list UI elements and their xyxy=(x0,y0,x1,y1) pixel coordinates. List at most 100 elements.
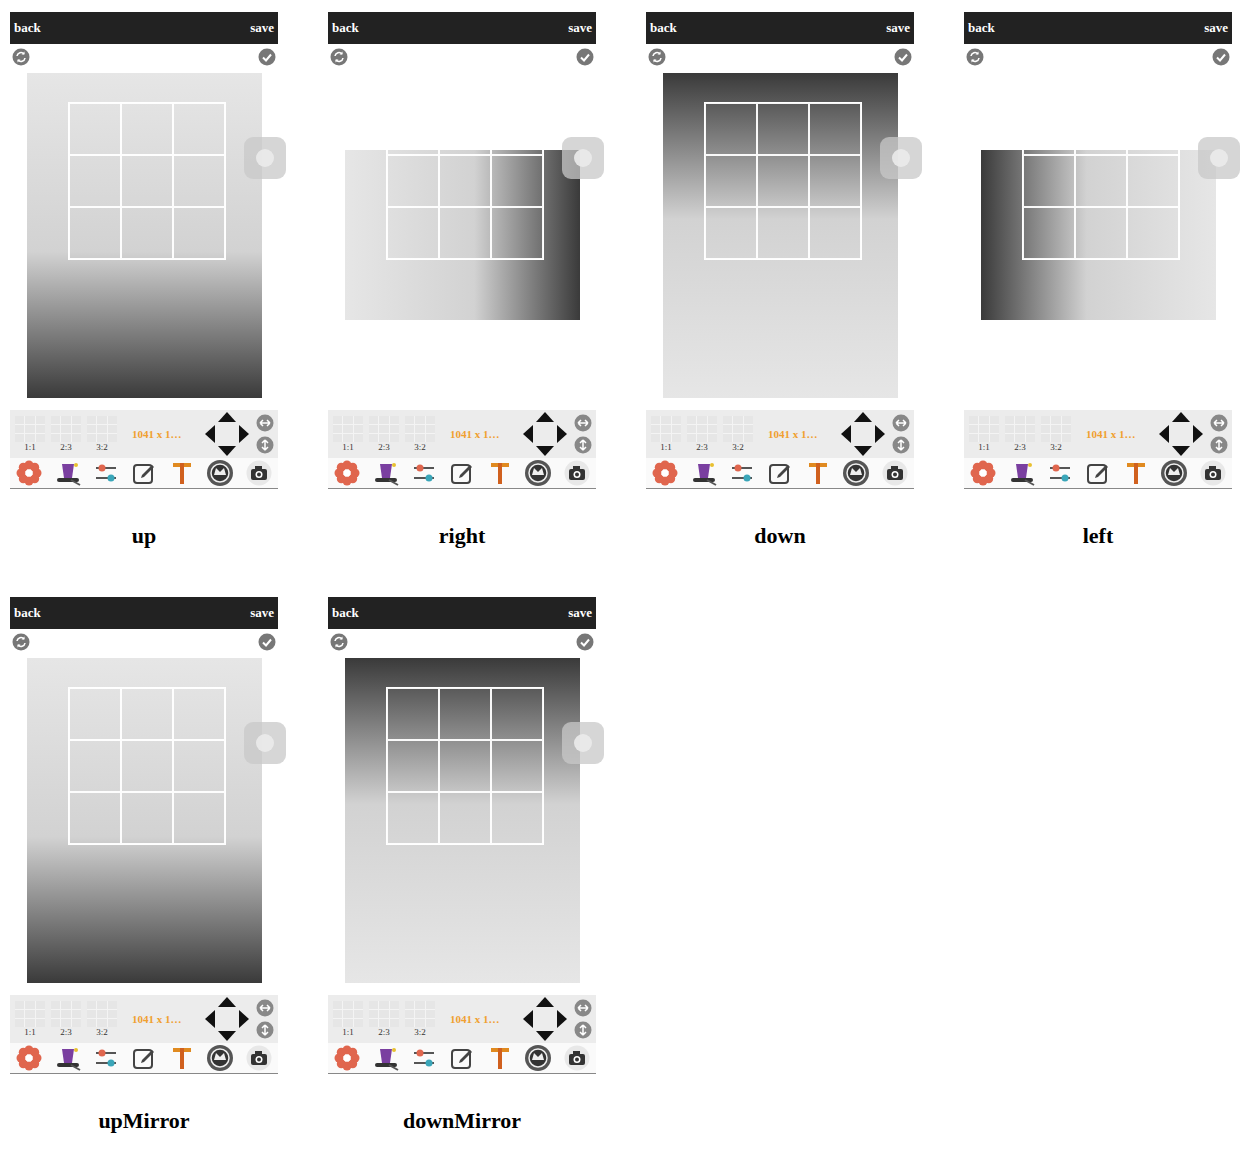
vertical-flip-icon[interactable] xyxy=(256,436,274,454)
magic-hat-icon[interactable] xyxy=(1008,460,1036,486)
back-button[interactable]: back xyxy=(332,20,359,36)
photo[interactable] xyxy=(27,658,262,983)
back-button[interactable]: back xyxy=(968,20,995,36)
ratio-option[interactable]: 1:1 xyxy=(14,416,46,453)
direction-arrows-icon[interactable] xyxy=(522,996,568,1042)
rotate-icon[interactable] xyxy=(648,48,666,66)
edit-icon[interactable] xyxy=(1085,460,1111,486)
edit-icon[interactable] xyxy=(131,460,157,486)
crop-grid[interactable] xyxy=(1022,102,1180,260)
flower-icon[interactable] xyxy=(970,460,996,486)
horizontal-flip-icon[interactable] xyxy=(574,414,592,432)
camera-icon[interactable] xyxy=(564,1045,590,1071)
ratio-option[interactable]: 3:2 xyxy=(86,416,118,453)
side-button[interactable] xyxy=(880,137,922,179)
direction-arrows-icon[interactable] xyxy=(1158,411,1204,457)
flower-icon[interactable] xyxy=(16,1045,42,1071)
check-icon[interactable] xyxy=(258,48,276,66)
edit-icon[interactable] xyxy=(449,460,475,486)
ratio-option[interactable]: 2:3 xyxy=(50,1001,82,1038)
horizontal-flip-icon[interactable] xyxy=(256,999,274,1017)
horizontal-flip-icon[interactable] xyxy=(1210,414,1228,432)
photo[interactable] xyxy=(981,150,1216,320)
ratio-option[interactable]: 3:2 xyxy=(404,1001,436,1038)
save-button[interactable]: save xyxy=(568,605,592,621)
ratio-option[interactable]: 2:3 xyxy=(686,416,718,453)
sliders-icon[interactable] xyxy=(1047,460,1073,486)
ratio-option[interactable]: 2:3 xyxy=(368,416,400,453)
badge-icon[interactable] xyxy=(206,1044,234,1072)
side-button[interactable] xyxy=(562,137,604,179)
sliders-icon[interactable] xyxy=(411,1045,437,1071)
crop-grid[interactable] xyxy=(386,102,544,260)
check-icon[interactable] xyxy=(1212,48,1230,66)
edit-icon[interactable] xyxy=(131,1045,157,1071)
check-icon[interactable] xyxy=(576,48,594,66)
ratio-option[interactable]: 1:1 xyxy=(14,1001,46,1038)
flower-icon[interactable] xyxy=(334,460,360,486)
side-button[interactable] xyxy=(1198,137,1240,179)
magic-hat-icon[interactable] xyxy=(54,1045,82,1071)
horizontal-flip-icon[interactable] xyxy=(892,414,910,432)
back-button[interactable]: back xyxy=(14,605,41,621)
ratio-option[interactable]: 3:2 xyxy=(404,416,436,453)
crop-grid[interactable] xyxy=(386,687,544,845)
sliders-icon[interactable] xyxy=(411,460,437,486)
ratio-option[interactable]: 1:1 xyxy=(650,416,682,453)
crop-grid[interactable] xyxy=(68,102,226,260)
direction-arrows-icon[interactable] xyxy=(840,411,886,457)
text-icon[interactable] xyxy=(169,460,195,486)
ratio-option[interactable]: 3:2 xyxy=(722,416,754,453)
side-button[interactable] xyxy=(562,722,604,764)
back-button[interactable]: back xyxy=(650,20,677,36)
magic-hat-icon[interactable] xyxy=(690,460,718,486)
direction-arrows-icon[interactable] xyxy=(204,996,250,1042)
text-icon[interactable] xyxy=(805,460,831,486)
photo[interactable] xyxy=(663,73,898,398)
rotate-icon[interactable] xyxy=(966,48,984,66)
badge-icon[interactable] xyxy=(524,1044,552,1072)
sliders-icon[interactable] xyxy=(93,1045,119,1071)
check-icon[interactable] xyxy=(576,633,594,651)
ratio-option[interactable]: 1:1 xyxy=(332,416,364,453)
magic-hat-icon[interactable] xyxy=(54,460,82,486)
edit-icon[interactable] xyxy=(767,460,793,486)
rotate-icon[interactable] xyxy=(330,48,348,66)
badge-icon[interactable] xyxy=(206,459,234,487)
ratio-option[interactable]: 3:2 xyxy=(86,1001,118,1038)
photo[interactable] xyxy=(345,150,580,320)
crop-grid[interactable] xyxy=(704,102,862,260)
badge-icon[interactable] xyxy=(842,459,870,487)
text-icon[interactable] xyxy=(1123,460,1149,486)
rotate-icon[interactable] xyxy=(330,633,348,651)
camera-icon[interactable] xyxy=(882,460,908,486)
camera-icon[interactable] xyxy=(246,460,272,486)
back-button[interactable]: back xyxy=(14,20,41,36)
check-icon[interactable] xyxy=(258,633,276,651)
photo[interactable] xyxy=(345,658,580,983)
ratio-option[interactable]: 3:2 xyxy=(1040,416,1072,453)
photo[interactable] xyxy=(27,73,262,398)
back-button[interactable]: back xyxy=(332,605,359,621)
camera-icon[interactable] xyxy=(1200,460,1226,486)
horizontal-flip-icon[interactable] xyxy=(574,999,592,1017)
flower-icon[interactable] xyxy=(16,460,42,486)
text-icon[interactable] xyxy=(487,1045,513,1071)
side-button[interactable] xyxy=(244,137,286,179)
vertical-flip-icon[interactable] xyxy=(892,436,910,454)
sliders-icon[interactable] xyxy=(729,460,755,486)
side-button[interactable] xyxy=(244,722,286,764)
save-button[interactable]: save xyxy=(1204,20,1228,36)
ratio-option[interactable]: 2:3 xyxy=(368,1001,400,1038)
save-button[interactable]: save xyxy=(250,605,274,621)
direction-arrows-icon[interactable] xyxy=(522,411,568,457)
save-button[interactable]: save xyxy=(886,20,910,36)
vertical-flip-icon[interactable] xyxy=(574,1021,592,1039)
flower-icon[interactable] xyxy=(334,1045,360,1071)
save-button[interactable]: save xyxy=(250,20,274,36)
horizontal-flip-icon[interactable] xyxy=(256,414,274,432)
edit-icon[interactable] xyxy=(449,1045,475,1071)
rotate-icon[interactable] xyxy=(12,48,30,66)
magic-hat-icon[interactable] xyxy=(372,1045,400,1071)
ratio-option[interactable]: 1:1 xyxy=(332,1001,364,1038)
